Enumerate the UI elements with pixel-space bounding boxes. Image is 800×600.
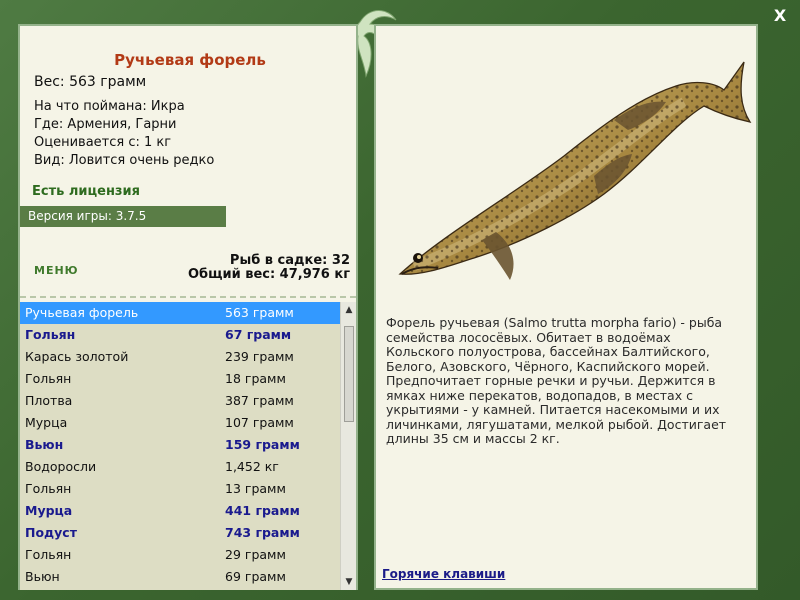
fish-title: Ручьевая форель — [114, 51, 266, 69]
fish-details: На что поймана: Икра Где: Армения, Гарни… — [34, 98, 214, 170]
item-name: Карась золотой — [25, 349, 129, 364]
list-item[interactable]: Мурца 107 грамм — [20, 412, 340, 434]
list-item[interactable]: Гольян 13 грамм — [20, 478, 340, 500]
list-item[interactable]: Вьюн 159 грамм — [20, 434, 340, 456]
list-item[interactable]: Мурца 441 грамм — [20, 500, 340, 522]
item-name: Вьюн — [25, 437, 64, 452]
item-name: Плотва — [25, 393, 73, 408]
item-weight: 387 грамм — [225, 393, 294, 408]
fish-count: Рыб в садке: 32 — [229, 253, 350, 268]
close-button[interactable]: X — [770, 6, 790, 26]
item-weight: 563 грамм — [225, 305, 294, 320]
fish-description-panel: Форель ручьевая (Salmo trutta morpha far… — [374, 24, 758, 590]
cage-stats: Рыб в садке: 32 Общий вес: 47,976 кг — [188, 254, 350, 282]
list-item[interactable]: Карась золотой 239 грамм — [20, 346, 340, 368]
list-item[interactable]: Водоросли 1,452 кг — [20, 456, 340, 478]
fish-description: Форель ручьевая (Salmo trutta morpha far… — [386, 315, 727, 446]
list-item[interactable]: Плотва 387 грамм — [20, 390, 340, 412]
item-weight: 29 грамм — [225, 547, 286, 562]
list-item[interactable]: Ручьевая форель 563 грамм — [20, 302, 340, 324]
item-weight: 69 грамм — [225, 569, 286, 584]
scroll-thumb[interactable] — [344, 326, 354, 422]
brown-trout-image — [398, 61, 752, 280]
item-weight: 1,452 кг — [225, 459, 279, 474]
item-name: Ручьевая форель — [25, 305, 139, 320]
item-weight: 18 грамм — [225, 371, 286, 386]
item-name: Гольян — [25, 371, 72, 386]
list-item[interactable]: Гольян 29 грамм — [20, 544, 340, 566]
list-item[interactable]: Гольян 67 грамм — [20, 324, 340, 346]
scroll-up-icon[interactable]: ▲ — [343, 304, 355, 316]
item-name: Водоросли — [25, 459, 97, 474]
item-weight: 441 грамм — [225, 503, 300, 518]
item-weight: 107 грамм — [225, 415, 294, 430]
list-item[interactable]: Гольян 18 грамм — [20, 368, 340, 390]
item-weight: 13 грамм — [225, 481, 286, 496]
item-name: Мурца — [25, 503, 73, 518]
valued-from-text: Оценивается с: 1 кг — [34, 135, 172, 150]
item-name: Мурца — [25, 415, 68, 430]
list-item[interactable]: Подуст 743 грамм — [20, 522, 340, 544]
catch-list[interactable]: Ручьевая форель 563 грамм Гольян 67 грам… — [20, 302, 340, 590]
rarity-text: Вид: Ловится очень редко — [34, 153, 215, 168]
license-status: Есть лицензия — [32, 184, 140, 199]
item-name: Вьюн — [25, 569, 60, 584]
item-weight: 239 грамм — [225, 349, 294, 364]
location-text: Где: Армения, Гарни — [34, 117, 177, 132]
item-weight: 743 грамм — [225, 525, 300, 540]
fish-info-panel: Ручьевая форель Вес: 563 грамм На что по… — [18, 24, 358, 590]
version-bar: Версия игры: 3.7.5 — [20, 206, 226, 227]
item-name: Гольян — [25, 547, 72, 562]
item-name: Гольян — [25, 481, 72, 496]
item-weight: 159 грамм — [225, 437, 300, 452]
item-weight: 67 грамм — [225, 327, 292, 342]
fish-weight: Вес: 563 грамм — [34, 74, 147, 90]
menu-button[interactable]: МЕНЮ — [34, 264, 79, 277]
list-scrollbar[interactable]: ▲ ▼ — [340, 302, 356, 590]
scroll-down-icon[interactable]: ▼ — [343, 576, 355, 588]
hotkeys-link[interactable]: Горячие клавиши — [382, 567, 505, 581]
divider — [20, 296, 356, 298]
total-weight: Общий вес: 47,976 кг — [187, 267, 350, 282]
item-name: Гольян — [25, 327, 76, 342]
item-name: Подуст — [25, 525, 77, 540]
caught-on-text: На что поймана: Икра — [34, 99, 185, 114]
list-item[interactable]: Вьюн 69 грамм — [20, 566, 340, 588]
